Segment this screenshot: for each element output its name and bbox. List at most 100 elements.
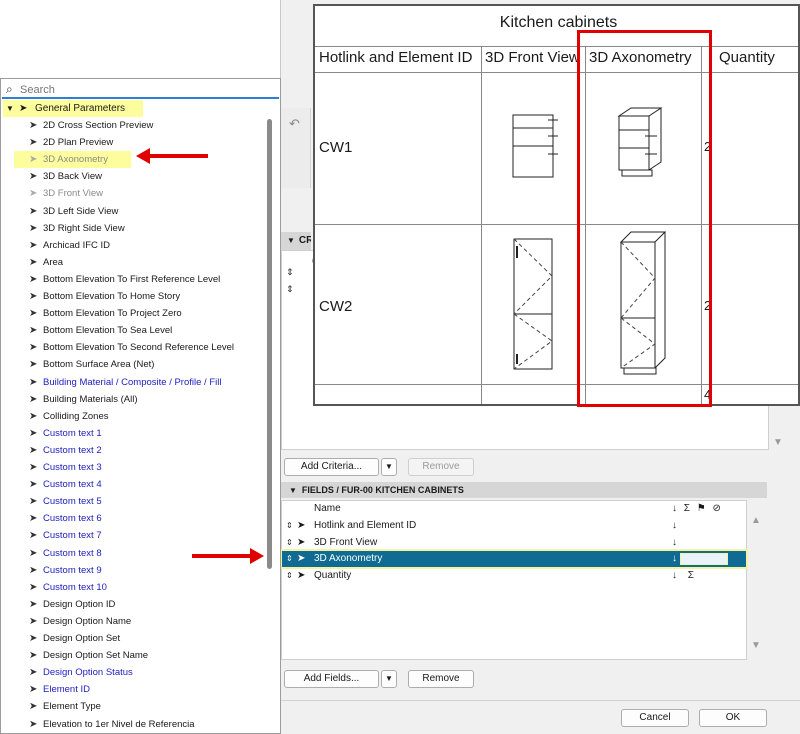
drag-handle-icon[interactable]: ⇕ xyxy=(286,267,294,278)
parameter-cursor-icon: ➤ xyxy=(29,479,38,491)
scroll-down-icon[interactable]: ▼ xyxy=(751,640,761,651)
tree-item[interactable]: ➤ Custom text 8 xyxy=(1,545,269,562)
fields-table[interactable]: Name ↓ Σ ⚑ ⊘ ⇕ ➤ Hotlink and Element ID ↓ ⇕ ➤… xyxy=(280,500,748,660)
fields-section-header[interactable]: ▼ FIELDS / FUR-00 KITCHEN CABINETS xyxy=(281,482,767,498)
add-fields-dropdown[interactable]: ▼ xyxy=(381,670,397,688)
tree-item[interactable]: ➤ Bottom Elevation To Sea Level xyxy=(1,322,269,339)
field-row[interactable]: ⇕ ➤ Hotlink and Element ID ↓ xyxy=(282,518,746,534)
tree-item-label: Bottom Surface Area (Net) xyxy=(43,359,155,371)
criteria-section-header[interactable]: ▼CRIT xyxy=(281,232,311,250)
field-option-cells[interactable] xyxy=(680,553,728,565)
drag-handle-icon[interactable]: ⇕ xyxy=(286,535,293,551)
field-options[interactable]: ↓ xyxy=(672,518,681,534)
tree-item[interactable]: ➤ Building Materials (All) xyxy=(1,391,269,408)
tree-item[interactable]: ➤ Colliding Zones xyxy=(1,408,269,425)
tree-item[interactable]: ➤ Archicad IFC ID xyxy=(1,237,269,254)
scroll-up-icon[interactable]: ▲ xyxy=(751,515,761,526)
parameter-picker-panel: ⌕ ▼ ➤ General Parameters ➤ 2D Cross Secti… xyxy=(0,78,281,734)
tree-item-label: Custom text 6 xyxy=(43,513,102,525)
field-row[interactable]: ⇕ ➤ 3D Axonometry ↓ xyxy=(280,549,748,569)
tree-item[interactable]: ➤ 3D Back View xyxy=(1,168,269,185)
row-element-id: CW1 xyxy=(319,139,353,156)
tree-item-label: 3D Right Side View xyxy=(43,222,125,234)
tree-item[interactable]: ➤ 3D Axonometry xyxy=(14,151,131,169)
tree-item[interactable]: ➤ Building Material / Composite / Profile… xyxy=(1,374,269,391)
tree-item[interactable]: ➤ Design Option Status xyxy=(1,664,269,681)
table-line xyxy=(315,224,798,225)
tree-item[interactable]: ➤ Custom text 4 xyxy=(1,476,269,493)
tree-item-label: Element Type xyxy=(43,701,101,713)
dialog-footer: Cancel OK xyxy=(281,700,800,734)
chevron-down-icon: ▼ xyxy=(6,104,14,113)
ok-button[interactable]: OK xyxy=(699,709,767,727)
tree-item[interactable]: ➤ Bottom Surface Area (Net) xyxy=(1,356,269,373)
tree-item[interactable]: ➤ Custom text 9 xyxy=(1,562,269,579)
cancel-button[interactable]: Cancel xyxy=(621,709,689,727)
field-row[interactable]: ⇕ ➤ 3D Front View ↓ xyxy=(282,535,746,551)
tree-item[interactable]: ➤ Custom text 7 xyxy=(1,527,269,544)
tree-item[interactable]: ➤ 3D Left Side View xyxy=(1,203,269,220)
field-options[interactable]: ↓ xyxy=(672,535,681,551)
tree-item[interactable]: ➤ Custom text 2 xyxy=(1,442,269,459)
parameter-cursor-icon: ➤ xyxy=(297,569,306,581)
search-input[interactable] xyxy=(20,82,270,97)
tree-item[interactable]: ➤ Design Option Name xyxy=(1,613,269,630)
tree-item[interactable]: ➤ Elevation to 1er Nivel de Referencia xyxy=(1,716,269,733)
field-row[interactable]: ⇕ ➤ Quantity ↓ Σ xyxy=(282,568,746,584)
row-element-id: CW2 xyxy=(319,298,353,315)
tree-group-general-parameters[interactable]: ▼ ➤ General Parameters xyxy=(3,100,143,117)
tree-item[interactable]: ➤ 2D Plan Preview xyxy=(1,134,269,151)
tree-item[interactable]: ➤ Bottom Elevation To Home Story xyxy=(1,288,269,305)
tree-item[interactable]: ➤ Area xyxy=(1,254,269,271)
tree-item-label: Custom text 8 xyxy=(43,547,102,559)
tree-item[interactable]: ➤ Custom text 10 xyxy=(1,579,269,596)
drag-handle-icon[interactable]: ⇕ xyxy=(286,518,293,534)
parameter-cursor-icon: ➤ xyxy=(29,513,38,525)
tree-item[interactable]: ➤ Design Option ID xyxy=(1,596,269,613)
tree-item[interactable]: ➤ Element Type xyxy=(1,698,269,715)
tree-item[interactable]: ➤ Custom text 3 xyxy=(1,459,269,476)
cw2-front-view-image xyxy=(513,238,553,370)
parameter-cursor-icon: ➤ xyxy=(29,598,38,610)
tree-item-label: Building Material / Composite / Profile … xyxy=(43,376,222,388)
cw1-front-view-image xyxy=(512,114,558,178)
remove-fields-button[interactable]: Remove xyxy=(408,670,474,688)
drag-handle-icon[interactable]: ⇕ xyxy=(286,551,293,567)
tree-item[interactable]: ➤ Element ID xyxy=(1,681,269,698)
tree-item[interactable]: ➤ Design Option Set Name xyxy=(1,647,269,664)
add-criteria-button[interactable]: Add Criteria... xyxy=(284,458,379,476)
tree-item-label: Custom text 2 xyxy=(43,444,102,456)
tree-item[interactable]: ➤ 2D Cross Section Preview xyxy=(1,117,269,134)
collapse-triangle-icon: ▼ xyxy=(287,236,295,245)
tree-item[interactable]: ➤ Bottom Elevation To Second Reference Le… xyxy=(1,339,269,356)
panel-scrollbar[interactable] xyxy=(267,119,272,569)
parameter-cursor-icon: ➤ xyxy=(29,410,38,422)
field-options[interactable]: ↓ Σ xyxy=(672,568,698,584)
tree-item-label: 3D Axonometry xyxy=(43,154,108,166)
search-box[interactable]: ⌕ xyxy=(2,81,279,99)
tree-item[interactable]: ➤ Custom text 1 xyxy=(1,425,269,442)
scroll-down-icon[interactable]: ▼ xyxy=(773,437,783,448)
column-header: Quantity xyxy=(719,49,775,66)
add-criteria-dropdown[interactable]: ▼ xyxy=(381,458,397,476)
remove-criteria-button[interactable]: Remove xyxy=(408,458,474,476)
search-icon: ⌕ xyxy=(6,82,13,96)
tree-item[interactable]: ➤ Bottom Elevation To Project Zero xyxy=(1,305,269,322)
undo-icon[interactable]: ↶ xyxy=(289,116,300,132)
tree-item[interactable]: ➤ Custom text 5 xyxy=(1,493,269,510)
tree-item[interactable]: ➤ Custom text 6 xyxy=(1,510,269,527)
field-option-icons: ↓ Σ ⚑ ⊘ xyxy=(672,503,723,514)
parameter-cursor-icon: ➤ xyxy=(29,205,38,217)
tree-item[interactable]: ➤ 3D Right Side View xyxy=(1,220,269,237)
drag-handle-icon[interactable]: ⇕ xyxy=(286,568,293,584)
tree-item[interactable]: ➤ Design Option Set xyxy=(1,630,269,647)
parameter-cursor-icon: ➤ xyxy=(29,273,38,285)
add-fields-button[interactable]: Add Fields... xyxy=(284,670,379,688)
parameter-cursor-icon: ➤ xyxy=(29,256,38,268)
drag-handle-icon[interactable]: ⇕ xyxy=(286,284,294,295)
parameter-cursor-icon: ➤ xyxy=(29,291,38,302)
tree-item-label: Bottom Elevation To Sea Level xyxy=(43,325,173,337)
tree-item[interactable]: ➤ Bottom Elevation To First Reference Lev… xyxy=(1,271,269,288)
tree-item[interactable]: ➤ 3D Front View xyxy=(1,185,269,202)
cursor-icon: ➤ xyxy=(19,103,28,114)
